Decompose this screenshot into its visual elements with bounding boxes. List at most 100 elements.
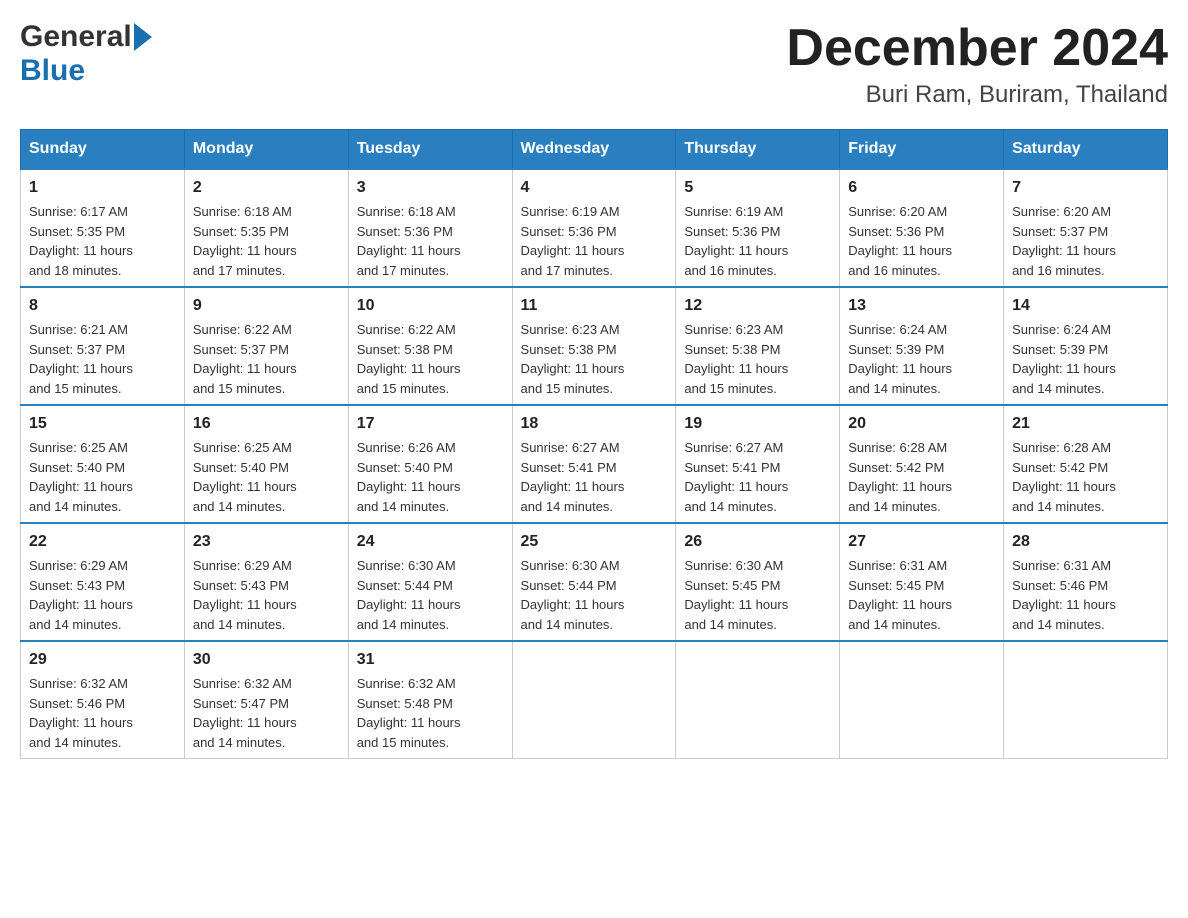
day-info: Sunrise: 6:25 AMSunset: 5:40 PMDaylight:… [193, 438, 340, 516]
day-number: 6 [848, 176, 995, 200]
day-info: Sunrise: 6:24 AMSunset: 5:39 PMDaylight:… [1012, 320, 1159, 398]
calendar-day-cell: 6Sunrise: 6:20 AMSunset: 5:36 PMDaylight… [840, 169, 1004, 287]
calendar-day-cell: 18Sunrise: 6:27 AMSunset: 5:41 PMDayligh… [512, 405, 676, 523]
calendar-day-cell: 31Sunrise: 6:32 AMSunset: 5:48 PMDayligh… [348, 641, 512, 759]
calendar-day-cell: 21Sunrise: 6:28 AMSunset: 5:42 PMDayligh… [1004, 405, 1168, 523]
day-info: Sunrise: 6:31 AMSunset: 5:46 PMDaylight:… [1012, 556, 1159, 634]
calendar-day-cell: 23Sunrise: 6:29 AMSunset: 5:43 PMDayligh… [184, 523, 348, 641]
day-number: 14 [1012, 294, 1159, 318]
day-info: Sunrise: 6:27 AMSunset: 5:41 PMDaylight:… [521, 438, 668, 516]
day-number: 29 [29, 648, 176, 672]
weekday-header-saturday: Saturday [1004, 130, 1168, 170]
day-number: 25 [521, 530, 668, 554]
calendar-empty-cell [512, 641, 676, 759]
calendar-day-cell: 15Sunrise: 6:25 AMSunset: 5:40 PMDayligh… [21, 405, 185, 523]
calendar-empty-cell [676, 641, 840, 759]
day-number: 8 [29, 294, 176, 318]
day-number: 2 [193, 176, 340, 200]
calendar-day-cell: 26Sunrise: 6:30 AMSunset: 5:45 PMDayligh… [676, 523, 840, 641]
day-number: 19 [684, 412, 831, 436]
calendar-day-cell: 22Sunrise: 6:29 AMSunset: 5:43 PMDayligh… [21, 523, 185, 641]
day-number: 11 [521, 294, 668, 318]
day-number: 26 [684, 530, 831, 554]
day-number: 13 [848, 294, 995, 318]
day-info: Sunrise: 6:26 AMSunset: 5:40 PMDaylight:… [357, 438, 504, 516]
day-number: 24 [357, 530, 504, 554]
calendar-day-cell: 24Sunrise: 6:30 AMSunset: 5:44 PMDayligh… [348, 523, 512, 641]
logo-general-text: General [20, 20, 132, 54]
weekday-header-row: SundayMondayTuesdayWednesdayThursdayFrid… [21, 130, 1168, 170]
calendar-day-cell: 14Sunrise: 6:24 AMSunset: 5:39 PMDayligh… [1004, 287, 1168, 405]
day-number: 12 [684, 294, 831, 318]
calendar-empty-cell [840, 641, 1004, 759]
calendar-day-cell: 4Sunrise: 6:19 AMSunset: 5:36 PMDaylight… [512, 169, 676, 287]
calendar-table: SundayMondayTuesdayWednesdayThursdayFrid… [20, 129, 1168, 759]
weekday-header-thursday: Thursday [676, 130, 840, 170]
day-number: 31 [357, 648, 504, 672]
day-info: Sunrise: 6:22 AMSunset: 5:37 PMDaylight:… [193, 320, 340, 398]
day-info: Sunrise: 6:27 AMSunset: 5:41 PMDaylight:… [684, 438, 831, 516]
day-number: 17 [357, 412, 504, 436]
calendar-day-cell: 17Sunrise: 6:26 AMSunset: 5:40 PMDayligh… [348, 405, 512, 523]
day-info: Sunrise: 6:32 AMSunset: 5:46 PMDaylight:… [29, 674, 176, 752]
day-number: 3 [357, 176, 504, 200]
calendar-day-cell: 9Sunrise: 6:22 AMSunset: 5:37 PMDaylight… [184, 287, 348, 405]
day-info: Sunrise: 6:28 AMSunset: 5:42 PMDaylight:… [848, 438, 995, 516]
day-number: 21 [1012, 412, 1159, 436]
page-header: General Blue December 2024 Buri Ram, Bur… [20, 20, 1168, 109]
weekday-header-tuesday: Tuesday [348, 130, 512, 170]
calendar-day-cell: 5Sunrise: 6:19 AMSunset: 5:36 PMDaylight… [676, 169, 840, 287]
location-text: Buri Ram, Buriram, Thailand [786, 81, 1168, 109]
weekday-header-sunday: Sunday [21, 130, 185, 170]
day-number: 4 [521, 176, 668, 200]
day-info: Sunrise: 6:22 AMSunset: 5:38 PMDaylight:… [357, 320, 504, 398]
calendar-day-cell: 20Sunrise: 6:28 AMSunset: 5:42 PMDayligh… [840, 405, 1004, 523]
day-info: Sunrise: 6:29 AMSunset: 5:43 PMDaylight:… [193, 556, 340, 634]
day-info: Sunrise: 6:30 AMSunset: 5:44 PMDaylight:… [521, 556, 668, 634]
calendar-empty-cell [1004, 641, 1168, 759]
day-number: 27 [848, 530, 995, 554]
day-info: Sunrise: 6:30 AMSunset: 5:45 PMDaylight:… [684, 556, 831, 634]
day-number: 18 [521, 412, 668, 436]
calendar-day-cell: 29Sunrise: 6:32 AMSunset: 5:46 PMDayligh… [21, 641, 185, 759]
calendar-day-cell: 12Sunrise: 6:23 AMSunset: 5:38 PMDayligh… [676, 287, 840, 405]
calendar-week-row: 22Sunrise: 6:29 AMSunset: 5:43 PMDayligh… [21, 523, 1168, 641]
calendar-day-cell: 8Sunrise: 6:21 AMSunset: 5:37 PMDaylight… [21, 287, 185, 405]
day-number: 23 [193, 530, 340, 554]
day-info: Sunrise: 6:25 AMSunset: 5:40 PMDaylight:… [29, 438, 176, 516]
day-number: 5 [684, 176, 831, 200]
calendar-day-cell: 16Sunrise: 6:25 AMSunset: 5:40 PMDayligh… [184, 405, 348, 523]
calendar-week-row: 29Sunrise: 6:32 AMSunset: 5:46 PMDayligh… [21, 641, 1168, 759]
calendar-day-cell: 30Sunrise: 6:32 AMSunset: 5:47 PMDayligh… [184, 641, 348, 759]
day-number: 22 [29, 530, 176, 554]
calendar-day-cell: 28Sunrise: 6:31 AMSunset: 5:46 PMDayligh… [1004, 523, 1168, 641]
calendar-day-cell: 11Sunrise: 6:23 AMSunset: 5:38 PMDayligh… [512, 287, 676, 405]
day-number: 16 [193, 412, 340, 436]
logo-blue-text: Blue [20, 54, 85, 88]
day-number: 9 [193, 294, 340, 318]
day-info: Sunrise: 6:19 AMSunset: 5:36 PMDaylight:… [684, 202, 831, 280]
day-info: Sunrise: 6:20 AMSunset: 5:37 PMDaylight:… [1012, 202, 1159, 280]
logo: General Blue [20, 20, 152, 88]
calendar-day-cell: 27Sunrise: 6:31 AMSunset: 5:45 PMDayligh… [840, 523, 1004, 641]
day-info: Sunrise: 6:20 AMSunset: 5:36 PMDaylight:… [848, 202, 995, 280]
day-info: Sunrise: 6:29 AMSunset: 5:43 PMDaylight:… [29, 556, 176, 634]
day-number: 15 [29, 412, 176, 436]
day-number: 10 [357, 294, 504, 318]
calendar-day-cell: 25Sunrise: 6:30 AMSunset: 5:44 PMDayligh… [512, 523, 676, 641]
title-section: December 2024 Buri Ram, Buriram, Thailan… [786, 20, 1168, 109]
calendar-day-cell: 3Sunrise: 6:18 AMSunset: 5:36 PMDaylight… [348, 169, 512, 287]
day-info: Sunrise: 6:18 AMSunset: 5:36 PMDaylight:… [357, 202, 504, 280]
day-number: 28 [1012, 530, 1159, 554]
day-info: Sunrise: 6:31 AMSunset: 5:45 PMDaylight:… [848, 556, 995, 634]
logo-arrow-icon [134, 23, 152, 51]
day-info: Sunrise: 6:28 AMSunset: 5:42 PMDaylight:… [1012, 438, 1159, 516]
weekday-header-monday: Monday [184, 130, 348, 170]
day-info: Sunrise: 6:32 AMSunset: 5:47 PMDaylight:… [193, 674, 340, 752]
calendar-day-cell: 13Sunrise: 6:24 AMSunset: 5:39 PMDayligh… [840, 287, 1004, 405]
day-number: 1 [29, 176, 176, 200]
day-number: 20 [848, 412, 995, 436]
calendar-day-cell: 10Sunrise: 6:22 AMSunset: 5:38 PMDayligh… [348, 287, 512, 405]
day-info: Sunrise: 6:23 AMSunset: 5:38 PMDaylight:… [684, 320, 831, 398]
calendar-day-cell: 19Sunrise: 6:27 AMSunset: 5:41 PMDayligh… [676, 405, 840, 523]
